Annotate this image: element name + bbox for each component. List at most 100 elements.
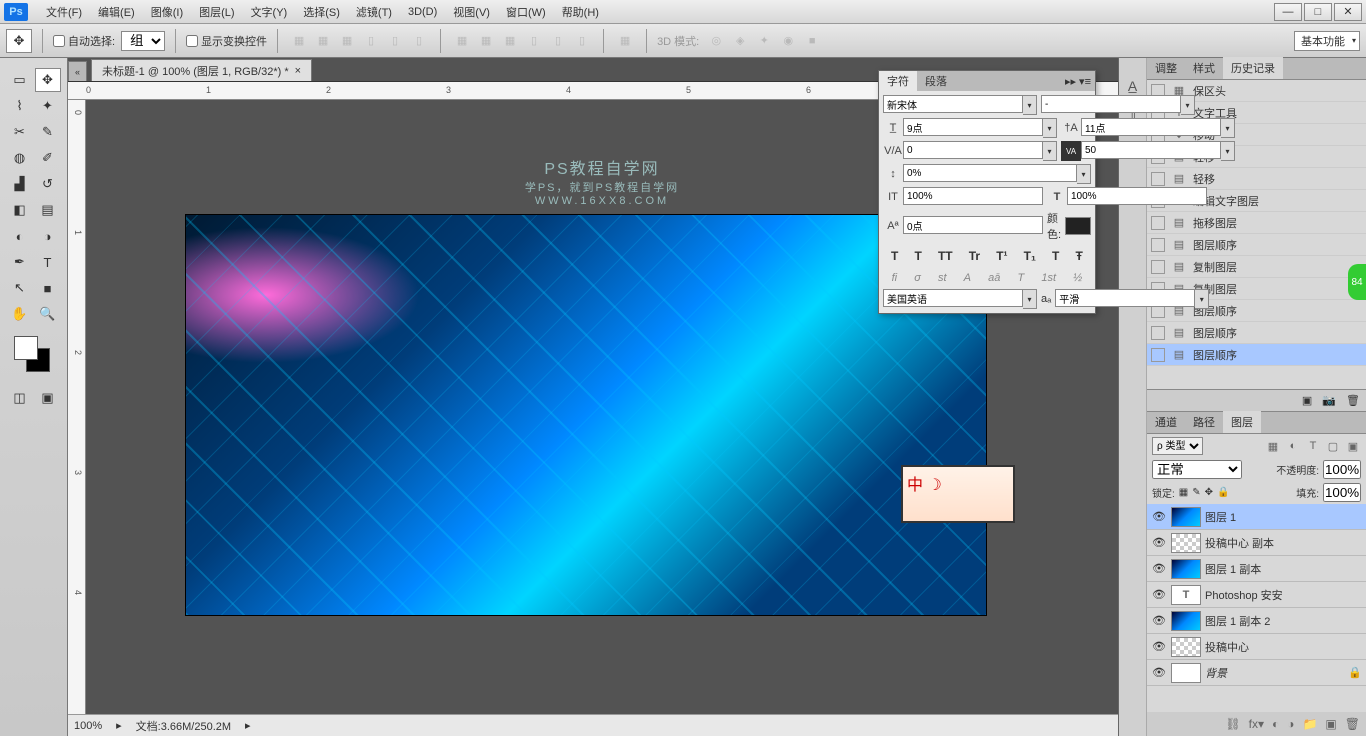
color-swatches[interactable] — [14, 336, 54, 376]
crop-tool[interactable]: ✂ — [7, 120, 33, 144]
fill-input[interactable] — [1323, 483, 1361, 502]
auto-select-checkbox[interactable]: 自动选择: — [53, 33, 115, 49]
tab-character[interactable]: 字符 — [879, 71, 917, 91]
hand-tool[interactable]: ✋ — [7, 302, 33, 326]
group-icon[interactable]: 📁 — [1302, 717, 1317, 731]
blend-mode[interactable]: 正常 — [1152, 460, 1242, 479]
move-tool[interactable]: ✥ — [35, 68, 61, 92]
menu-item[interactable]: 文件(F) — [38, 1, 90, 23]
quickmask-tool[interactable]: ◫ — [7, 386, 33, 410]
tracking[interactable] — [1081, 141, 1221, 159]
layer-filter-type[interactable]: ρ 类型 — [1152, 437, 1203, 455]
visibility-icon[interactable]: 👁 — [1151, 640, 1167, 653]
heal-tool[interactable]: ◍ — [7, 146, 33, 170]
show-transform-checkbox[interactable]: 显示变换控件 — [186, 33, 267, 49]
menu-item[interactable]: 编辑(E) — [90, 1, 143, 23]
fg-color[interactable] — [14, 336, 38, 360]
maximize-button[interactable]: □ — [1304, 3, 1332, 21]
eraser-tool[interactable]: ◧ — [7, 198, 33, 222]
opentype-button[interactable]: aā — [988, 272, 1000, 284]
lock-trans-icon[interactable]: ▦ — [1179, 487, 1188, 498]
adjustment-icon[interactable]: ◑ — [1287, 717, 1294, 731]
wand-tool[interactable]: ✦ — [35, 94, 61, 118]
zoom-value[interactable]: 100% — [74, 720, 102, 732]
ruler-vertical[interactable]: 01234 — [68, 100, 86, 714]
history-item[interactable]: ▤复制图层 — [1147, 256, 1366, 278]
new-layer-icon[interactable]: ▣ — [1325, 717, 1336, 731]
antialias[interactable] — [1055, 289, 1195, 307]
lock-paint-icon[interactable]: ✎ — [1192, 487, 1200, 498]
width[interactable] — [1067, 187, 1207, 205]
visibility-icon[interactable]: 👁 — [1151, 614, 1167, 627]
tab-adjustments[interactable]: 调整 — [1147, 57, 1185, 79]
history-item[interactable]: ▤图层顺序 — [1147, 234, 1366, 256]
history-item[interactable]: ▤拖移图层 — [1147, 212, 1366, 234]
zoom-tool[interactable]: 🔍 — [35, 302, 61, 326]
tab-layers[interactable]: 图层 — [1223, 411, 1261, 433]
type-tool[interactable]: T — [35, 250, 61, 274]
filter-adjust-icon[interactable]: ◐ — [1285, 438, 1301, 454]
opentype-button[interactable]: σ — [914, 272, 921, 284]
snapshot-icon[interactable]: ▣ — [1302, 394, 1312, 407]
language[interactable] — [883, 289, 1023, 307]
kerning[interactable] — [903, 141, 1043, 159]
opacity-input[interactable] — [1323, 460, 1361, 479]
lasso-tool[interactable]: ⌇ — [7, 94, 33, 118]
menu-item[interactable]: 窗口(W) — [498, 1, 554, 23]
menu-item[interactable]: 文字(Y) — [243, 1, 296, 23]
stamp-tool[interactable]: ▟ — [7, 172, 33, 196]
path-tool[interactable]: ↖ — [7, 276, 33, 300]
layer-item[interactable]: 👁TPhotoshop 安安 — [1147, 582, 1366, 608]
layer-item[interactable]: 👁图层 1 副本 2 — [1147, 608, 1366, 634]
history-item[interactable]: ▤图层顺序 — [1147, 322, 1366, 344]
eyedropper-tool[interactable]: ✎ — [35, 120, 61, 144]
character-icon[interactable]: A̲ — [1128, 78, 1137, 94]
move-tool-icon[interactable]: ✥ — [6, 29, 32, 53]
opentype-button[interactable]: T — [1017, 272, 1024, 284]
close-tab-icon[interactable]: × — [295, 65, 301, 77]
filter-smart-icon[interactable]: ▣ — [1345, 438, 1361, 454]
type-style-button[interactable]: TT — [938, 249, 953, 263]
visibility-icon[interactable]: 👁 — [1151, 536, 1167, 549]
shape-tool[interactable]: ■ — [35, 276, 61, 300]
canvas-image[interactable] — [186, 215, 986, 615]
visibility-icon[interactable]: 👁 — [1151, 588, 1167, 601]
tab-channels[interactable]: 通道 — [1147, 411, 1185, 433]
filter-shape-icon[interactable]: ▢ — [1325, 438, 1341, 454]
type-style-button[interactable]: T — [1052, 249, 1059, 263]
tab-paths[interactable]: 路径 — [1185, 411, 1223, 433]
vscale[interactable] — [903, 164, 1077, 182]
baseline[interactable] — [903, 216, 1043, 234]
layer-item[interactable]: 👁背景🔒 — [1147, 660, 1366, 686]
menu-item[interactable]: 帮助(H) — [554, 1, 607, 23]
filter-type-icon[interactable]: T — [1305, 438, 1321, 454]
filter-pixel-icon[interactable]: ▦ — [1265, 438, 1281, 454]
tab-history[interactable]: 历史记录 — [1223, 57, 1283, 79]
font-size[interactable] — [903, 118, 1043, 136]
visibility-icon[interactable]: 👁 — [1151, 666, 1167, 679]
tab-paragraph[interactable]: 段落 — [917, 71, 955, 91]
type-style-button[interactable]: T¹ — [996, 249, 1007, 263]
layer-item[interactable]: 👁图层 1 副本 — [1147, 556, 1366, 582]
trash-icon[interactable]: 🗑 — [1346, 394, 1360, 407]
dodge-tool[interactable]: ◑ — [35, 224, 61, 248]
minimize-button[interactable]: — — [1274, 3, 1302, 21]
side-badge[interactable]: 84 — [1348, 264, 1366, 300]
menu-item[interactable]: 选择(S) — [295, 1, 348, 23]
camera-icon[interactable]: 📷 — [1322, 394, 1336, 407]
blur-tool[interactable]: ◐ — [7, 224, 33, 248]
opentype-button[interactable]: ½ — [1073, 272, 1082, 284]
visibility-icon[interactable]: 👁 — [1151, 510, 1167, 523]
panel-menu-icon[interactable]: ▸▸ ▾≡ — [1061, 75, 1095, 88]
history-item[interactable]: ▤图层顺序 — [1147, 344, 1366, 366]
layer-item[interactable]: 👁投稿中心 副本 — [1147, 530, 1366, 556]
menu-item[interactable]: 滤镜(T) — [348, 1, 400, 23]
close-button[interactable]: ✕ — [1334, 3, 1362, 21]
visibility-icon[interactable]: 👁 — [1151, 562, 1167, 575]
height[interactable] — [903, 187, 1043, 205]
mask-icon[interactable]: ◐ — [1272, 717, 1279, 731]
trash-icon[interactable]: 🗑 — [1345, 717, 1360, 731]
leading[interactable] — [1081, 118, 1221, 136]
type-style-button[interactable]: T — [891, 249, 898, 263]
type-style-button[interactable]: T — [915, 249, 922, 263]
